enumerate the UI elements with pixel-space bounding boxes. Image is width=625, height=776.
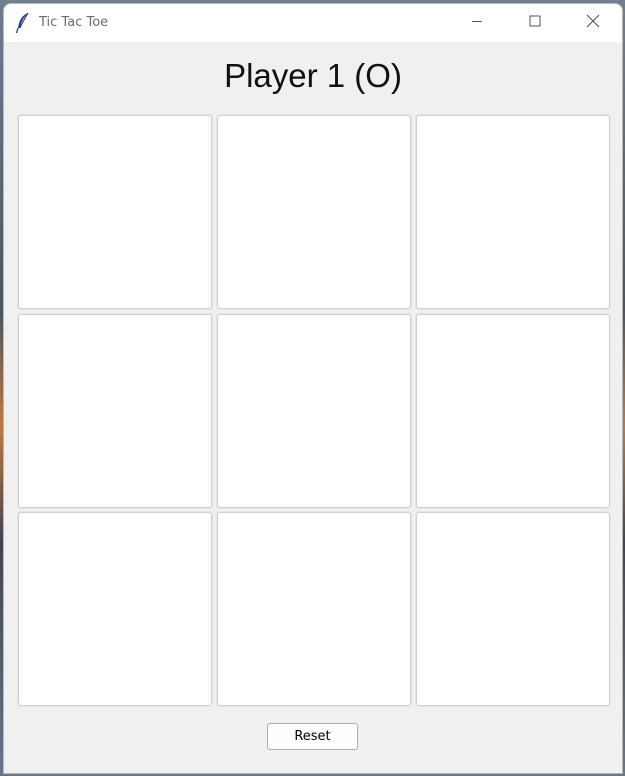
feather-icon xyxy=(15,12,31,34)
maximize-icon xyxy=(529,14,541,32)
reset-button[interactable]: Reset xyxy=(267,723,358,750)
minimize-icon xyxy=(471,14,483,32)
board-cell-1[interactable] xyxy=(18,115,212,309)
window-title: Tic Tac Toe xyxy=(39,15,109,30)
minimize-button[interactable] xyxy=(448,4,506,42)
board-cell-2[interactable] xyxy=(217,115,411,309)
game-board xyxy=(17,114,611,708)
player-turn-label: Player 1 (O) xyxy=(224,57,402,94)
board-cell-9[interactable] xyxy=(416,512,610,706)
close-button[interactable] xyxy=(564,4,622,42)
board-cell-6[interactable] xyxy=(416,314,610,508)
app-window: Tic Tac Toe Player 1 (O) Reset xyxy=(3,3,623,774)
title-bar[interactable]: Tic Tac Toe xyxy=(4,4,622,42)
board-cell-7[interactable] xyxy=(18,512,212,706)
close-icon xyxy=(586,14,600,33)
board-cell-5[interactable] xyxy=(217,314,411,508)
board-cell-3[interactable] xyxy=(416,115,610,309)
board-cell-4[interactable] xyxy=(18,314,212,508)
board-cell-8[interactable] xyxy=(217,512,411,706)
maximize-button[interactable] xyxy=(506,4,564,42)
